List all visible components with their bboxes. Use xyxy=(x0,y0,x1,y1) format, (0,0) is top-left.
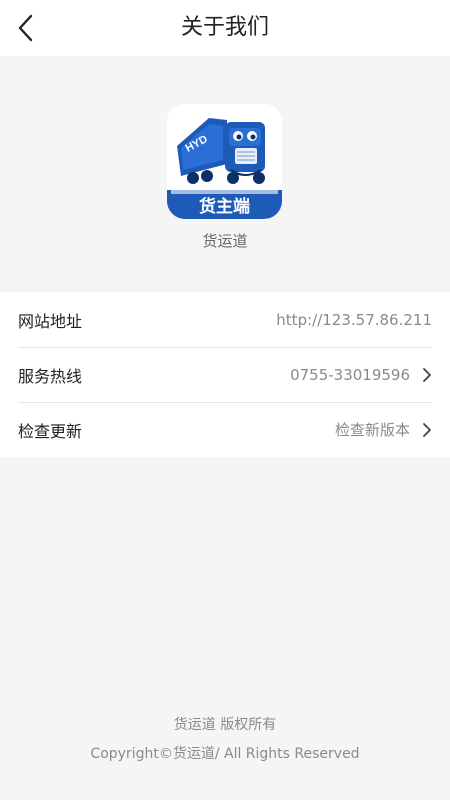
row-label: 网站地址 xyxy=(18,311,83,331)
app-info-section: HYD 货主端 货运道 xyxy=(0,56,450,292)
app-logo: HYD 货主端 xyxy=(167,104,282,219)
website-row[interactable]: 网站地址 http://123.57.86.211 xyxy=(0,292,450,347)
app-badge-label: 货主端 xyxy=(199,197,250,217)
row-label: 服务热线 xyxy=(18,366,83,386)
check-update-row[interactable]: 检查更新 检查新版本 xyxy=(0,402,450,457)
website-url: http://123.57.86.211 xyxy=(276,310,432,329)
row-label: 检查更新 xyxy=(18,421,83,441)
chevron-right-icon xyxy=(422,422,432,438)
hotline-number: 0755-33019596 xyxy=(290,365,410,384)
copyright-notice: Copyright©货运道/ All Rights Reserved xyxy=(90,746,360,762)
top-bar: 关于我们 xyxy=(0,0,450,56)
chevron-right-icon xyxy=(422,367,432,383)
check-update-value: 检查新版本 xyxy=(334,421,410,439)
app-name: 货运道 xyxy=(202,232,248,250)
info-list: 网站地址 http://123.57.86.211 服务热线 0755-3301… xyxy=(0,292,450,457)
copyright-owner: 货运道 版权所有 xyxy=(173,717,277,733)
page-title: 关于我们 xyxy=(180,15,269,40)
hotline-row[interactable]: 服务热线 0755-33019596 xyxy=(0,347,450,402)
